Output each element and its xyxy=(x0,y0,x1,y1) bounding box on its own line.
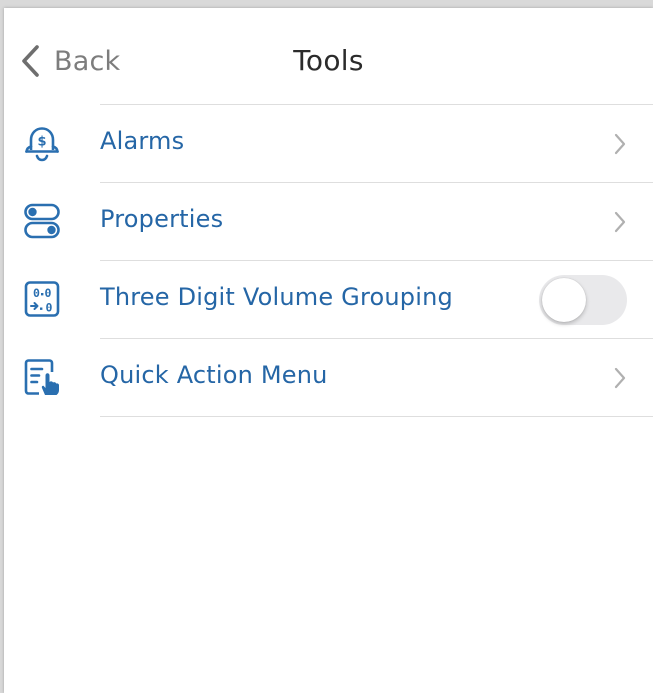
three-digit-volume-grouping-label: Three Digit Volume Grouping xyxy=(100,283,453,311)
svg-text:0: 0 xyxy=(45,286,52,300)
alarm-bell-dollar-icon: $ xyxy=(25,127,59,162)
list-item-alarms[interactable]: $ Alarms xyxy=(25,104,653,182)
page-title: Tools xyxy=(293,44,364,77)
quick-action-menu-icon xyxy=(24,359,59,395)
tools-screen: Back Tools $ Alarms Properties 0 0 0 Thr… xyxy=(4,8,653,693)
alarms-label: Alarms xyxy=(100,127,185,155)
properties-label: Properties xyxy=(100,205,224,233)
tools-list: $ Alarms Properties 0 0 0 Three Digit Vo… xyxy=(4,104,653,417)
list-item-properties[interactable]: Properties xyxy=(24,182,653,260)
volume-grouping-icon: 0 0 0 xyxy=(24,281,60,317)
chevron-right-icon xyxy=(614,133,626,155)
list-item-three-digit-volume-grouping: 0 0 0 Three Digit Volume Grouping xyxy=(24,260,653,338)
list-item-quick-action-menu[interactable]: Quick Action Menu xyxy=(24,338,653,417)
chevron-right-icon xyxy=(614,211,626,233)
toggle-knob xyxy=(542,278,586,322)
three-digit-volume-grouping-toggle[interactable] xyxy=(539,275,627,325)
chevron-right-icon xyxy=(614,367,626,389)
quick-action-menu-label: Quick Action Menu xyxy=(100,361,328,389)
svg-text:0: 0 xyxy=(46,301,53,315)
svg-text:0: 0 xyxy=(33,286,40,300)
navigation-bar: Back Tools xyxy=(4,8,653,104)
svg-text:$: $ xyxy=(37,135,46,150)
properties-toggles-icon xyxy=(24,203,60,239)
